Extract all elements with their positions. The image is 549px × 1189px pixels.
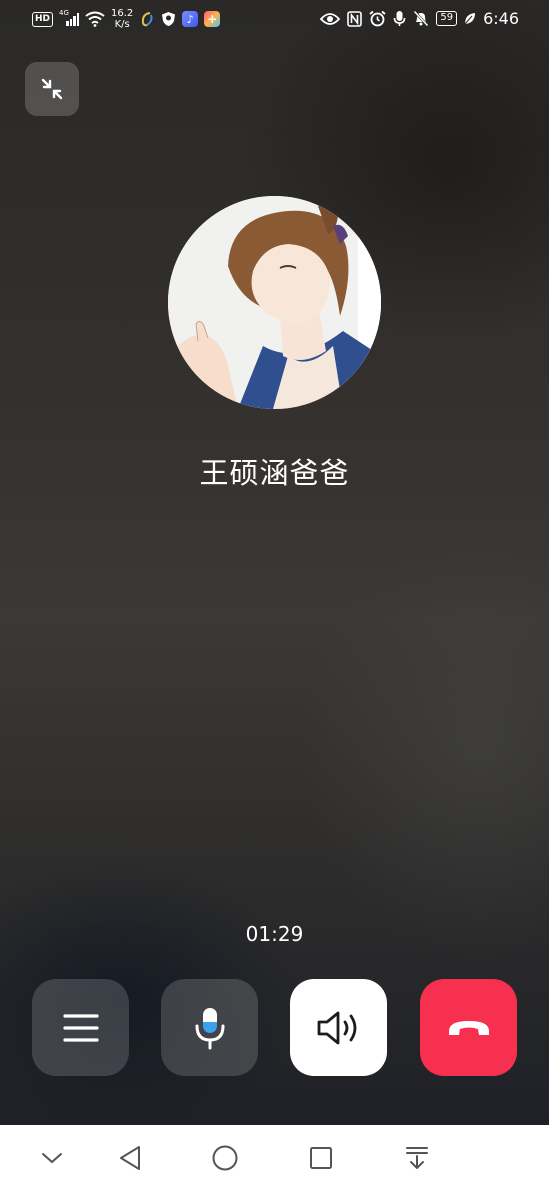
nav-home-button[interactable] (208, 1141, 242, 1175)
network-speed: 16.2 K/s (111, 8, 133, 30)
wifi-icon (85, 11, 105, 27)
clock: 6:46 (483, 9, 519, 28)
nav-collapse-button[interactable] (35, 1141, 69, 1175)
hd-badge: HD (32, 11, 54, 27)
app-notification-icon (142, 12, 153, 27)
minimize-button[interactable] (25, 62, 79, 116)
speed-unit: K/s (114, 19, 130, 30)
speaker-button[interactable] (290, 979, 387, 1076)
nav-recents-button[interactable] (304, 1141, 338, 1175)
back-icon (120, 1146, 140, 1170)
call-screen: HD 4G 16.2 K/s ♪ + 59 6:46 王硕涵爸爸 01:29 (0, 0, 549, 1125)
alarm-icon (369, 10, 386, 27)
call-duration: 01:29 (245, 922, 304, 946)
status-bar: HD 4G 16.2 K/s ♪ + 59 6:46 (0, 0, 549, 40)
hang-up-icon (448, 1020, 489, 1035)
microphone-status-icon (394, 11, 406, 26)
pull-down-icon (406, 1147, 428, 1169)
minimize-icon (41, 78, 63, 100)
call-controls (32, 979, 517, 1076)
home-icon (212, 1145, 238, 1171)
more-options-button[interactable] (32, 979, 129, 1076)
mute-notifications-icon (413, 10, 429, 27)
caller-name: 王硕涵爸爸 (199, 456, 350, 490)
nav-back-button[interactable] (113, 1141, 147, 1175)
nav-notifications-button[interactable] (400, 1141, 434, 1175)
speaker-icon (317, 1011, 356, 1044)
chevron-down-icon (42, 1153, 62, 1164)
network-type: 4G (59, 9, 69, 17)
navigation-bar (0, 1125, 549, 1189)
cell-signal-icon: 4G (59, 9, 80, 26)
eye-icon (320, 12, 341, 25)
leaf-icon (464, 13, 476, 25)
menu-icon (62, 1013, 99, 1042)
music-app-icon: ♪ (182, 11, 199, 27)
colorful-app-icon: + (204, 11, 221, 27)
battery-indicator: 59 (436, 11, 458, 26)
nfc-icon (347, 10, 363, 27)
microphone-button[interactable] (161, 979, 258, 1076)
recents-icon (310, 1147, 332, 1169)
hang-up-button[interactable] (420, 979, 517, 1076)
shield-app-icon (162, 12, 176, 26)
microphone-icon (195, 1007, 224, 1049)
speed-value: 16.2 (111, 8, 134, 19)
caller-avatar (168, 196, 381, 409)
